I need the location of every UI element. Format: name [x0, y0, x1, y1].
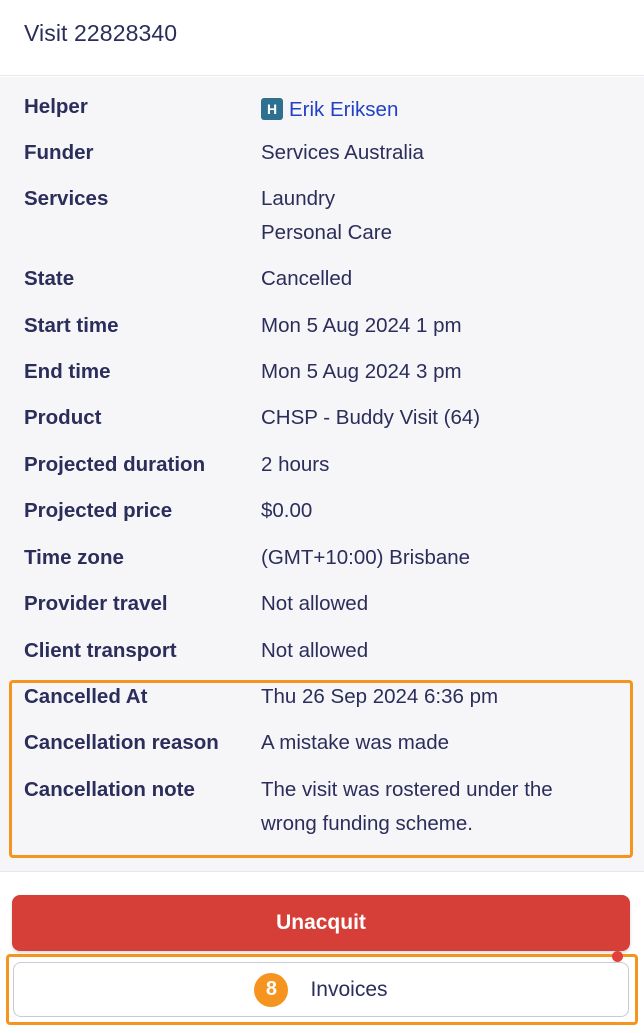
state-label: State [24, 267, 75, 290]
helper-badge-icon: H [261, 98, 283, 120]
funder-label: Funder [24, 141, 94, 164]
helper-label: Helper [24, 95, 88, 118]
provider-travel-value: Not allowed [261, 592, 369, 615]
page-title: Visit 22828340 [24, 20, 178, 46]
notification-dot-icon [612, 951, 623, 962]
services-value: Laundry Personal Care [261, 182, 621, 250]
funder-value: Services Australia [261, 141, 424, 164]
projected-duration-value: 2 hours [261, 453, 330, 476]
time-zone-label: Time zone [24, 546, 124, 569]
end-time-value: Mon 5 Aug 2024 3 pm [261, 360, 462, 383]
projected-duration-label: Projected duration [24, 453, 206, 476]
cancellation-highlight-frame [9, 680, 633, 858]
unacquit-button[interactable]: Unacquit [12, 895, 630, 951]
start-time-label: Start time [24, 314, 119, 337]
client-transport-value: Not allowed [261, 639, 369, 662]
product-value: CHSP - Buddy Visit (64) [261, 406, 481, 429]
invoices-button-label: Invoices [310, 977, 388, 1001]
projected-price-value: $0.00 [261, 499, 313, 522]
client-transport-label: Client transport [24, 639, 177, 662]
service-item: Personal Care [261, 221, 393, 244]
helper-value[interactable]: H Erik Eriksen [261, 93, 621, 127]
end-time-label: End time [24, 360, 111, 383]
helper-name-link[interactable]: Erik Eriksen [289, 98, 398, 121]
projected-price-label: Projected price [24, 499, 173, 522]
page-header: Visit 22828340 [0, 0, 644, 76]
service-item: Laundry [261, 187, 336, 210]
start-time-value: Mon 5 Aug 2024 1 pm [261, 314, 462, 337]
provider-travel-label: Provider travel [24, 592, 168, 615]
services-label: Services [24, 187, 109, 210]
unacquit-button-label: Unacquit [276, 911, 366, 934]
invoices-button[interactable]: 8 Invoices [13, 962, 629, 1017]
time-zone-value: (GMT+10:00) Brisbane [261, 546, 471, 569]
invoices-count-badge: 8 [254, 972, 289, 1007]
product-label: Product [24, 406, 102, 429]
state-value: Cancelled [261, 267, 353, 290]
